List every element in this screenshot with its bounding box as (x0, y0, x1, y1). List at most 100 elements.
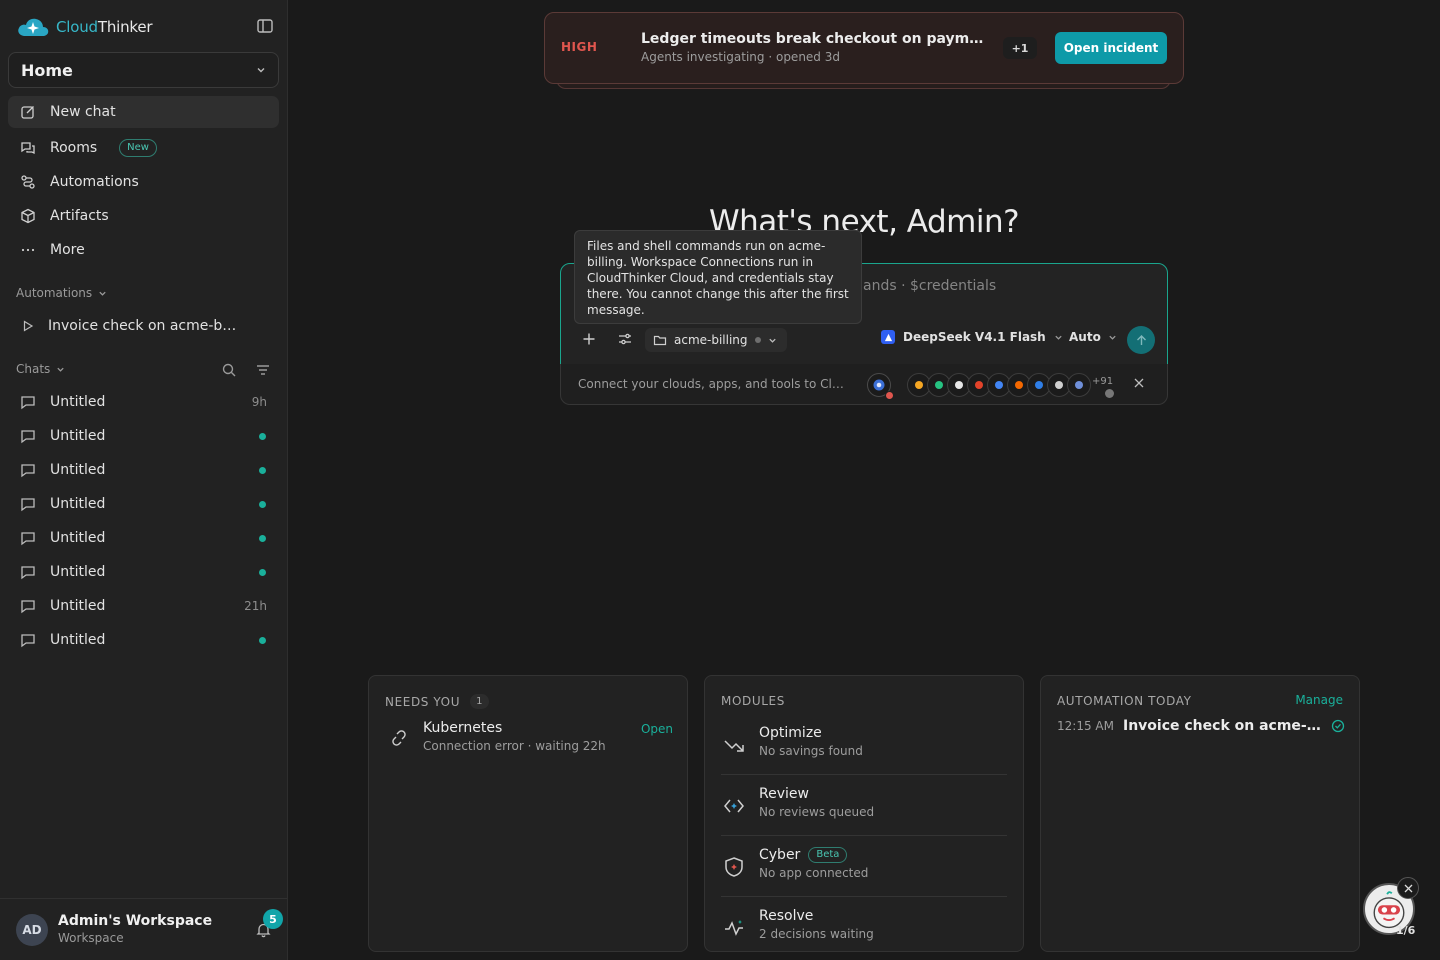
chat-list-item[interactable]: Untitled (8, 624, 279, 656)
chat-list-item[interactable]: Untitled (8, 556, 279, 588)
needs-item-kubernetes[interactable]: Kubernetes Connection error · waiting 22… (385, 720, 673, 756)
search-icon[interactable] (221, 362, 237, 378)
close-icon[interactable] (1133, 377, 1145, 389)
connect-integrations-bar[interactable]: Connect your clouds, apps, and tools to … (560, 364, 1168, 405)
chat-title: Untitled (50, 598, 106, 614)
trend-down-icon (724, 740, 744, 752)
nav-label: Automations (50, 174, 139, 190)
chat-bubble-icon (21, 430, 35, 444)
card-title-text: NEEDS YOU (385, 694, 461, 709)
chats-section-toggle[interactable]: Chats (16, 362, 65, 376)
model-select[interactable]: DeepSeek V4.1 Flash (881, 330, 1063, 344)
chat-list-item[interactable]: Untitled 21h (8, 590, 279, 622)
card-title: MODULES (721, 694, 785, 708)
chat-list-item[interactable]: Untitled (8, 488, 279, 520)
link-broken-icon (392, 730, 406, 746)
more-integrations-count: +91 (1092, 376, 1114, 387)
close-helper-button[interactable] (1397, 877, 1419, 899)
home-select-label: Home (21, 60, 73, 80)
chat-title: Untitled (50, 564, 106, 580)
chevron-down-icon (1109, 335, 1116, 340)
chevron-down-icon (99, 291, 106, 296)
brand-part2: Thinker (97, 18, 153, 36)
home-select[interactable]: Home (8, 52, 279, 88)
k8s-icon[interactable] (1067, 373, 1091, 397)
chats-tools (221, 362, 271, 378)
helper-step-count: 1/6 (1396, 924, 1416, 937)
chat-title: Untitled (50, 462, 106, 478)
nav-automations[interactable]: Automations (8, 166, 279, 198)
workspace-name: Admin's Workspace (58, 912, 213, 929)
workspace-select-label: acme-billing (674, 333, 748, 347)
module-title-text: Review (759, 786, 809, 802)
tools-icon[interactable] (617, 331, 633, 347)
nav-label: Rooms (50, 140, 98, 156)
chat-bubble-icon (21, 498, 35, 512)
send-button[interactable] (1127, 326, 1155, 354)
automation-run-row[interactable]: 12:15 AM Invoice check on acme-billing (1057, 718, 1345, 734)
unread-dot (259, 466, 266, 474)
mode-select[interactable]: Auto (1069, 330, 1117, 344)
unread-dot (259, 500, 266, 508)
open-incident-button[interactable]: Open incident (1055, 32, 1167, 64)
new-badge: New (119, 139, 157, 157)
incident-subtitle: Agents investigating · opened 3d (641, 50, 840, 64)
chat-title: Untitled (50, 394, 106, 410)
module-optimize[interactable]: Optimize No savings found (721, 714, 1007, 775)
module-subtitle: 2 decisions waiting (759, 927, 874, 941)
module-title: Resolve (759, 908, 813, 924)
plus-icon[interactable] (581, 331, 597, 347)
chat-list-item[interactable]: Untitled 9h (8, 386, 279, 418)
module-title-text: Optimize (759, 725, 822, 741)
workspace-text: Admin's Workspace Workspace (58, 913, 212, 947)
chat-time: 9h (251, 395, 267, 409)
manage-link[interactable]: Manage (1295, 693, 1343, 707)
module-cyber[interactable]: Cyber Beta No app connected (721, 836, 1007, 897)
pulse-icon (725, 920, 743, 936)
chat-list-item[interactable]: Untitled (8, 522, 279, 554)
module-resolve[interactable]: Resolve 2 decisions waiting (721, 897, 1007, 958)
nav-label: New chat (50, 104, 116, 120)
connect-text: Connect your clouds, apps, and tools to … (578, 377, 850, 391)
needs-item-title: Kubernetes (423, 720, 503, 736)
chevron-down-icon (57, 367, 64, 372)
notification-count-badge: 5 (263, 909, 283, 929)
cloudthinker-connection-icon[interactable] (867, 373, 894, 400)
cloud-logo-icon (18, 18, 49, 36)
card-title: AUTOMATION TODAY (1057, 694, 1192, 708)
nav-more[interactable]: More (8, 234, 279, 266)
nav-rooms[interactable]: Rooms New (8, 132, 279, 164)
close-icon (1404, 884, 1412, 892)
section-label: Chats (16, 362, 51, 376)
chat-bubbles-icon (21, 142, 35, 155)
chat-input-placeholder: ands · $credentials (863, 278, 997, 294)
incident-banner[interactable]: HIGH Ledger timeouts break checkout on p… (544, 12, 1184, 84)
unread-dot (259, 568, 266, 576)
sidebar-automation-item[interactable]: Invoice check on acme-b… (8, 310, 279, 342)
chat-list-item[interactable]: Untitled (8, 454, 279, 486)
incident-title: Ledger timeouts break checkout on paymen… (641, 31, 991, 47)
code-review-icon (724, 799, 744, 813)
status-dot (1105, 389, 1114, 398)
filter-icon[interactable] (255, 362, 271, 378)
nav-label: More (50, 242, 85, 258)
automations-section-toggle[interactable]: Automations (16, 286, 107, 300)
chat-time: 21h (244, 599, 267, 613)
open-link[interactable]: Open (641, 722, 673, 736)
sidebar-toggle-icon[interactable] (256, 17, 274, 35)
module-title-text: Resolve (759, 908, 814, 924)
automation-run-name: Invoice check on acme-billing (1123, 718, 1323, 734)
more-incidents-badge[interactable]: +1 (1003, 37, 1037, 59)
folder-icon (653, 335, 667, 346)
module-review[interactable]: Review No reviews queued (721, 775, 1007, 836)
chat-bubble-icon (21, 532, 35, 546)
automation-today-card: AUTOMATION TODAY Manage 12:15 AM Invoice… (1040, 675, 1360, 952)
workspace-switcher[interactable]: AD Admin's Workspace Workspace 5 (0, 898, 287, 960)
play-icon (23, 320, 34, 332)
nav-new-chat[interactable]: New chat (8, 96, 279, 128)
brand-logo[interactable]: CloudThinker (16, 14, 153, 40)
needs-you-card: NEEDS YOU 1 Kubernetes Connection error … (368, 675, 688, 952)
chat-list-item[interactable]: Untitled (8, 420, 279, 452)
workspace-select[interactable]: acme-billing (645, 328, 787, 352)
nav-artifacts[interactable]: Artifacts (8, 200, 279, 232)
